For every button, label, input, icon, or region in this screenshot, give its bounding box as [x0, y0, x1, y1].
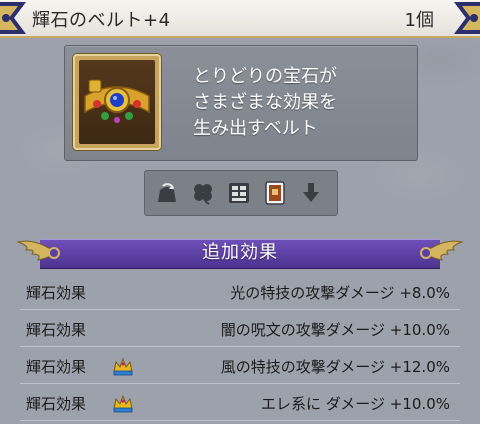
effect-row: 輝石効果 エレ系に ダメージ +10.0%	[20, 386, 460, 421]
item-title-bar: 輝石のベルト+4 1個	[0, 0, 480, 38]
effect-row: 輝石効果 風の特技の攻撃ダメージ +12.0%	[20, 349, 460, 384]
item-count: 1個	[404, 10, 434, 31]
title-ornament-left-icon	[0, 2, 26, 34]
additional-effects-header: 追加効果	[16, 236, 464, 270]
effect-label: 輝石効果	[26, 358, 87, 376]
section-title: 追加効果	[202, 242, 278, 263]
category-icon-strip	[144, 170, 338, 216]
item-description: とりどりの宝石が さまざまな効果を 生み出すベルト	[193, 64, 403, 142]
effect-value: 風の特技の攻撃ダメージ +12.0%	[220, 358, 450, 376]
effect-value: エレ系に ダメージ +10.0%	[260, 395, 450, 413]
item-info-card: とりどりの宝石が さまざまな効果を 生み出すベルト	[64, 45, 418, 161]
effect-label: 輝石効果	[26, 284, 87, 302]
description-line: とりどりの宝石が	[193, 66, 337, 87]
effect-row: 輝石効果 光の特技の攻撃ダメージ +8.0%	[20, 275, 460, 310]
effect-label: 輝石効果	[26, 321, 87, 339]
clover-icon	[189, 179, 217, 207]
effect-row: 輝石効果 闇の呪文の攻撃ダメージ +10.0%	[20, 312, 460, 347]
wing-ornament-right-icon	[420, 240, 464, 261]
item-icon-frame	[73, 54, 161, 150]
title-ornament-right-icon	[454, 2, 480, 34]
effect-value: 光の特技の攻撃ダメージ +8.0%	[230, 284, 450, 302]
crown-icon	[113, 394, 133, 413]
down-arrow-icon	[297, 179, 325, 207]
storage-chest-icon	[225, 179, 253, 207]
description-line: 生み出すベルト	[193, 118, 318, 139]
effect-value: 闇の呪文の攻撃ダメージ +10.0%	[220, 321, 450, 339]
description-line: さまざまな効果を	[193, 92, 337, 113]
bag-refresh-icon	[153, 179, 181, 207]
crown-icon	[113, 357, 133, 376]
book-icon	[261, 179, 289, 207]
effect-label: 輝石効果	[26, 395, 87, 413]
item-name: 輝石のベルト+4	[32, 10, 171, 31]
jeweled-belt-icon	[84, 79, 150, 123]
